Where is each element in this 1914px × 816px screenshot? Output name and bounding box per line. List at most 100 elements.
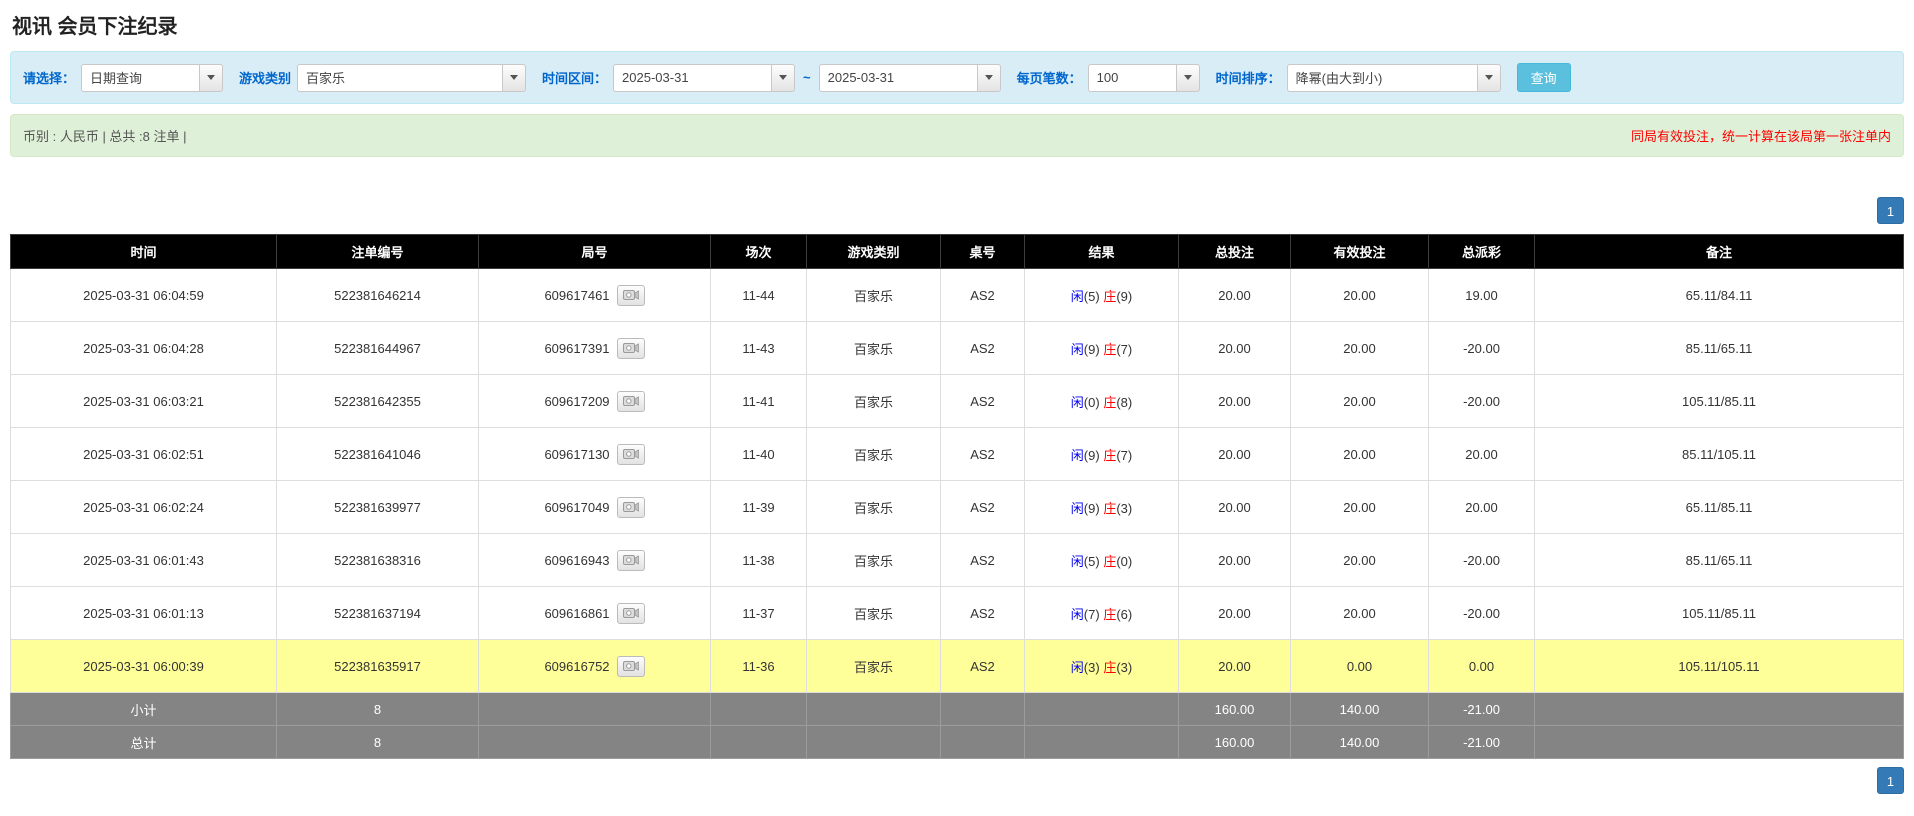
cell-remark: 65.11/84.11 bbox=[1535, 269, 1904, 322]
date-to-combo bbox=[819, 64, 1001, 92]
round-number: 609617049 bbox=[544, 500, 609, 515]
cell-remark: 105.11/105.11 bbox=[1535, 640, 1904, 693]
total-remark-empty bbox=[1535, 726, 1904, 759]
time-sort-input[interactable] bbox=[1287, 64, 1477, 92]
date-from-dropdown-button[interactable] bbox=[771, 64, 795, 92]
date-to-input[interactable] bbox=[819, 64, 977, 92]
page-size-input[interactable] bbox=[1088, 64, 1176, 92]
query-type-dropdown-button[interactable] bbox=[199, 64, 223, 92]
subtotal-payout: -21.00 bbox=[1429, 693, 1535, 726]
cell-total-bet[interactable]: 20.00 bbox=[1179, 534, 1291, 587]
cell-total-bet[interactable]: 20.00 bbox=[1179, 640, 1291, 693]
chevron-down-icon bbox=[985, 75, 993, 80]
cell-time: 2025-03-31 06:04:28 bbox=[11, 322, 277, 375]
subtotal-count: 8 bbox=[277, 693, 479, 726]
view-video-button[interactable] bbox=[617, 285, 645, 306]
date-from-input[interactable] bbox=[613, 64, 771, 92]
view-video-button[interactable] bbox=[617, 550, 645, 571]
view-video-button[interactable] bbox=[617, 497, 645, 518]
cell-table-no: AS2 bbox=[941, 375, 1025, 428]
subtotal-empty-cell bbox=[711, 693, 807, 726]
cell-round-id: 609616861 bbox=[479, 587, 711, 640]
cell-total-bet[interactable]: 20.00 bbox=[1179, 269, 1291, 322]
page-size-dropdown-button[interactable] bbox=[1176, 64, 1200, 92]
cell-valid-bet: 20.00 bbox=[1291, 587, 1429, 640]
cell-result: 闲(0) 庄(8) bbox=[1025, 375, 1179, 428]
game-type-dropdown-button[interactable] bbox=[502, 64, 526, 92]
video-camera-icon bbox=[623, 342, 639, 354]
cell-session: 11-41 bbox=[711, 375, 807, 428]
total-payout: -21.00 bbox=[1429, 726, 1535, 759]
cell-payout: 19.00 bbox=[1429, 269, 1535, 322]
cell-time: 2025-03-31 06:00:39 bbox=[11, 640, 277, 693]
column-header-5: 桌号 bbox=[941, 235, 1025, 269]
cell-total-bet[interactable]: 20.00 bbox=[1179, 428, 1291, 481]
banker-label: 庄 bbox=[1103, 501, 1116, 516]
cell-time: 2025-03-31 06:02:24 bbox=[11, 481, 277, 534]
player-label: 闲 bbox=[1071, 342, 1084, 357]
page-button-1[interactable]: 1 bbox=[1877, 767, 1904, 794]
time-sort-dropdown-button[interactable] bbox=[1477, 64, 1501, 92]
cell-total-bet[interactable]: 20.00 bbox=[1179, 322, 1291, 375]
column-header-3: 场次 bbox=[711, 235, 807, 269]
round-number: 609616752 bbox=[544, 659, 609, 674]
view-video-button[interactable] bbox=[617, 656, 645, 677]
pagination-top: 1 bbox=[10, 197, 1904, 224]
cell-total-bet[interactable]: 20.00 bbox=[1179, 587, 1291, 640]
game-type-label: 游戏类别 bbox=[239, 68, 291, 87]
subtotal-empty-cell bbox=[1025, 693, 1179, 726]
search-button[interactable]: 查询 bbox=[1517, 63, 1571, 92]
cell-total-bet[interactable]: 20.00 bbox=[1179, 375, 1291, 428]
video-camera-icon bbox=[623, 448, 639, 460]
cell-bet-id: 522381644967 bbox=[277, 322, 479, 375]
cell-table-no: AS2 bbox=[941, 534, 1025, 587]
video-camera-icon bbox=[623, 395, 639, 407]
player-score: (5) bbox=[1084, 554, 1100, 569]
player-label: 闲 bbox=[1071, 554, 1084, 569]
query-type-input[interactable] bbox=[81, 64, 199, 92]
cell-game-type: 百家乐 bbox=[807, 375, 941, 428]
view-video-button[interactable] bbox=[617, 444, 645, 465]
cell-round-id: 609617130 bbox=[479, 428, 711, 481]
video-camera-icon bbox=[623, 501, 639, 513]
banker-label: 庄 bbox=[1103, 554, 1116, 569]
game-type-input[interactable] bbox=[297, 64, 502, 92]
cell-valid-bet: 20.00 bbox=[1291, 534, 1429, 587]
select-type-label: 请选择： bbox=[23, 68, 75, 87]
page-button-1[interactable]: 1 bbox=[1877, 197, 1904, 224]
view-video-button[interactable] bbox=[617, 603, 645, 624]
cell-payout: -20.00 bbox=[1429, 375, 1535, 428]
banker-score: (7) bbox=[1116, 448, 1132, 463]
cell-session: 11-39 bbox=[711, 481, 807, 534]
cell-session: 11-37 bbox=[711, 587, 807, 640]
banker-score: (6) bbox=[1116, 607, 1132, 622]
cell-payout: 20.00 bbox=[1429, 481, 1535, 534]
game-type-combo bbox=[297, 64, 526, 92]
cell-total-bet[interactable]: 20.00 bbox=[1179, 481, 1291, 534]
view-video-button[interactable] bbox=[617, 391, 645, 412]
cell-round-id: 609617209 bbox=[479, 375, 711, 428]
banker-score: (7) bbox=[1116, 342, 1132, 357]
banker-score: (0) bbox=[1116, 554, 1132, 569]
cell-round-id: 609616943 bbox=[479, 534, 711, 587]
cell-session: 11-38 bbox=[711, 534, 807, 587]
banker-score: (8) bbox=[1116, 395, 1132, 410]
cell-bet-id: 522381637194 bbox=[277, 587, 479, 640]
total-empty-cell bbox=[807, 726, 941, 759]
video-camera-icon bbox=[623, 554, 639, 566]
page-size-combo bbox=[1088, 64, 1200, 92]
cell-round-id: 609617049 bbox=[479, 481, 711, 534]
banker-label: 庄 bbox=[1103, 289, 1116, 304]
cell-payout: 20.00 bbox=[1429, 428, 1535, 481]
table-header-row: 时间注单编号局号场次游戏类别桌号结果总投注有效投注总派彩备注 bbox=[11, 235, 1904, 269]
player-score: (9) bbox=[1084, 448, 1100, 463]
cell-table-no: AS2 bbox=[941, 587, 1025, 640]
video-camera-icon bbox=[623, 607, 639, 619]
cell-table-no: AS2 bbox=[941, 640, 1025, 693]
view-video-button[interactable] bbox=[617, 338, 645, 359]
date-to-dropdown-button[interactable] bbox=[977, 64, 1001, 92]
cell-remark: 85.11/65.11 bbox=[1535, 534, 1904, 587]
cell-result: 闲(3) 庄(3) bbox=[1025, 640, 1179, 693]
column-header-4: 游戏类别 bbox=[807, 235, 941, 269]
player-score: (5) bbox=[1084, 289, 1100, 304]
